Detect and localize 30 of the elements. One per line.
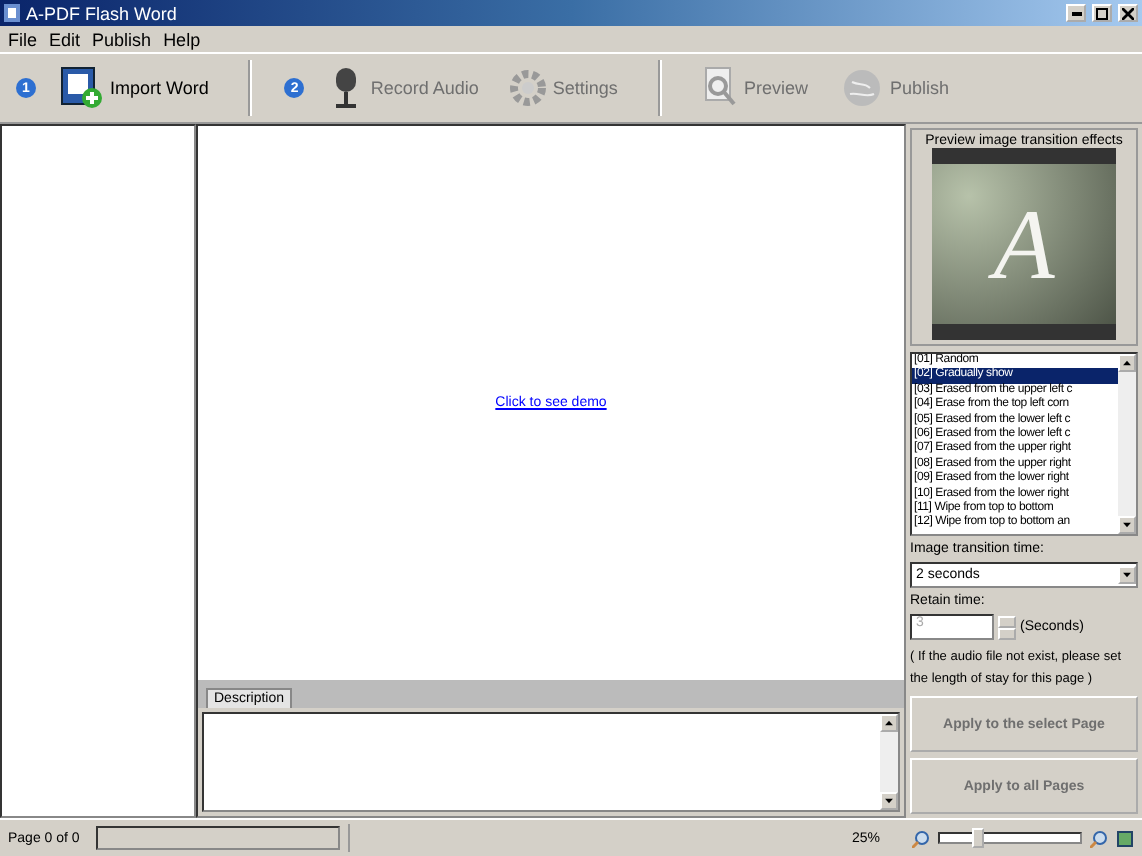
scroll-up-button[interactable] xyxy=(1118,354,1136,372)
fit-page-icon[interactable] xyxy=(1116,829,1134,847)
zoom-slider[interactable] xyxy=(938,832,1082,844)
scroll-down-button[interactable] xyxy=(1118,516,1136,534)
minimize-button[interactable] xyxy=(1066,4,1086,22)
preview-letter: A xyxy=(993,186,1055,302)
zoom-out-icon[interactable] xyxy=(912,829,930,847)
dropdown-arrow-icon[interactable] xyxy=(1118,566,1136,584)
menu-item[interactable]: File xyxy=(8,29,38,49)
magnifier-document-icon xyxy=(701,66,738,110)
close-button[interactable] xyxy=(1118,4,1138,22)
menu-item[interactable]: Publish xyxy=(92,29,152,49)
window-title: A-PDF Flash Word xyxy=(26,3,179,23)
maximize-button[interactable] xyxy=(1092,4,1112,22)
zoom-in-icon[interactable] xyxy=(1090,829,1108,847)
menu-item[interactable]: Edit xyxy=(49,29,81,49)
slider-thumb[interactable] xyxy=(971,828,984,848)
document-plus-icon xyxy=(60,66,104,110)
scroll-down-button[interactable] xyxy=(880,792,898,810)
scroll-up-button[interactable] xyxy=(880,714,898,732)
effects-list[interactable] xyxy=(910,352,1138,536)
minimize-icon xyxy=(1071,11,1081,15)
menu-item[interactable]: Help xyxy=(163,29,201,49)
close-icon xyxy=(1122,7,1134,19)
maximize-icon xyxy=(1096,7,1108,19)
description-field[interactable] xyxy=(202,712,900,812)
toolbar-button[interactable]: Import Word xyxy=(52,62,217,114)
gear-icon xyxy=(510,70,547,106)
globe-icon xyxy=(839,66,884,110)
app-icon xyxy=(4,4,20,22)
